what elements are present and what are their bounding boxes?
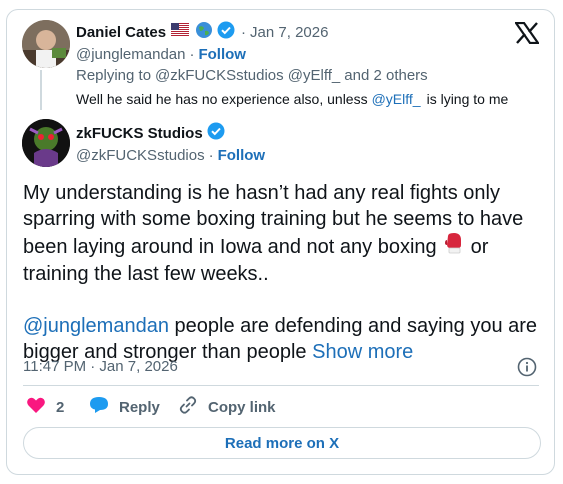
copy-link-label: Copy link: [208, 398, 276, 416]
tweet-avatar[interactable]: [22, 119, 70, 167]
show-more-link[interactable]: Show more: [312, 341, 413, 363]
tweet-body-line: training the last few weeks..: [23, 263, 269, 285]
reply-button[interactable]: Reply: [89, 397, 160, 417]
tweet-header: zkFUCKS Studios: [76, 122, 225, 145]
tweet-display-name[interactable]: zkFUCKS Studios: [76, 125, 203, 142]
boxing-glove-icon: [443, 232, 465, 261]
parent-handle-sep: ·: [189, 45, 195, 63]
parent-follow-link[interactable]: Follow: [198, 46, 246, 63]
parent-handle-row: @junglemandan · Follow: [76, 44, 246, 64]
reply-bubble-icon: [89, 396, 109, 418]
read-more-label: Read more on X: [224, 434, 340, 452]
parent-avatar[interactable]: [22, 20, 70, 68]
tweet-body-text: or: [470, 235, 489, 258]
verified-badge-icon: [217, 21, 235, 44]
tweet-body-spacer: [23, 287, 548, 313]
tweet-body-line: @junglemandan people are defending and s…: [23, 313, 548, 339]
like-button[interactable]: 2: [26, 397, 64, 417]
tweet-mention[interactable]: @junglemandan: [23, 315, 169, 337]
read-more-button[interactable]: Read more on X: [23, 427, 541, 459]
tweet-body-line: sparring with some boxing training but h…: [23, 208, 524, 230]
like-count: 2: [56, 398, 65, 416]
us-flag-icon: [171, 23, 190, 41]
x-logo-icon[interactable]: [513, 21, 541, 49]
parent-handle[interactable]: @junglemandan: [76, 46, 185, 63]
divider: [23, 385, 539, 386]
thread-connector: [40, 70, 42, 110]
parent-date-sep: ·: [241, 23, 247, 41]
tweet-timestamp[interactable]: 11:47 PM · Jan 7, 2026: [23, 358, 178, 375]
info-icon[interactable]: [517, 357, 537, 382]
tweet-body-text: people are defending and saying you are: [174, 315, 538, 337]
parent-text-mention[interactable]: @yElff_: [372, 91, 421, 107]
copy-link-button[interactable]: Copy link: [178, 395, 276, 419]
tweet-body-line: My understanding is he hasn’t had any re…: [23, 182, 500, 204]
parent-date[interactable]: Jan 7, 2026: [250, 24, 328, 41]
link-icon: [178, 395, 198, 419]
parent-header: Daniel Cates · Jan 7, 2026: [76, 21, 328, 44]
tweet-handle-row: @zkFUCKSstudios · Follow: [76, 145, 265, 165]
parent-text-after: is lying to me: [426, 91, 509, 107]
parent-tweet-text: Well he said he has no experience also, …: [76, 89, 508, 109]
replying-users[interactable]: @zkFUCKSstudios @yElff_: [155, 67, 340, 84]
replying-prefix: Replying to: [76, 66, 152, 84]
replying-to-row: Replying to @zkFUCKSstudios @yElff_ and …: [76, 65, 428, 85]
replying-suffix: and 2 others: [344, 66, 428, 84]
tweet-body-line: been laying around in Iowa and not any b…: [23, 232, 548, 261]
tweet-handle-sep: ·: [208, 146, 214, 164]
globe-icon: [195, 21, 213, 44]
parent-text-before: Well he said he has no experience also, …: [76, 91, 368, 107]
parent-display-name[interactable]: Daniel Cates: [76, 24, 166, 41]
reply-label: Reply: [119, 398, 160, 416]
verified-badge-icon: [207, 122, 225, 145]
tweet-follow-link[interactable]: Follow: [218, 147, 266, 164]
tweet-handle[interactable]: @zkFUCKSstudios: [76, 147, 205, 164]
tweet-body: My understanding is he hasn’t had any re…: [23, 180, 548, 365]
tweet-body-text: been laying around in Iowa and not any b…: [23, 235, 437, 258]
heart-icon: [26, 396, 46, 418]
